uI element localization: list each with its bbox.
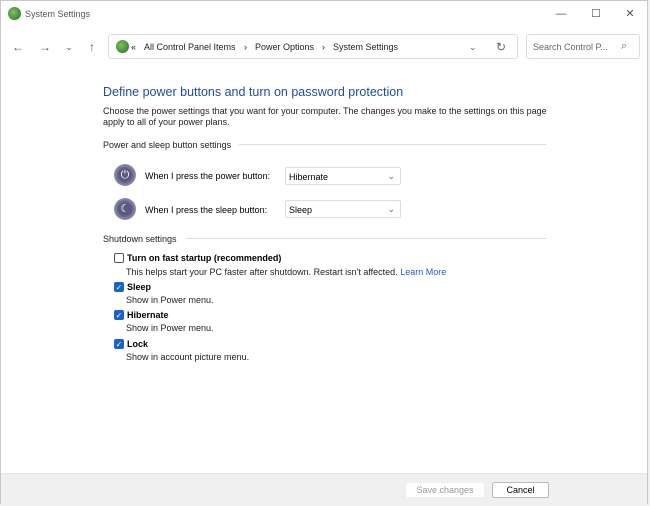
shutdown-section-title: Shutdown settings [103,234,177,244]
breadcrumb-power-options[interactable]: Power Options [255,42,314,52]
power-options-icon [8,7,21,20]
back-button[interactable]: ← [10,39,26,55]
minimize-button[interactable]: — [546,5,576,23]
power-button-icon: ⏻ [114,164,136,186]
sleep-button-label: When I press the sleep button: [145,205,268,215]
breadcrumb-all-items[interactable]: All Control Panel Items [144,42,236,52]
fast-startup-label[interactable]: Turn on fast startup (recommended) [127,253,281,263]
sleep-description: Show in Power menu. [126,295,214,305]
chevron-down-icon: ⌄ [387,204,395,214]
location-icon [116,40,129,53]
breadcrumb-separator[interactable]: › [244,42,247,52]
address-bar[interactable]: « All Control Panel Items › Power Option… [108,34,518,59]
chevron-down-icon: ⌄ [387,171,395,181]
search-input[interactable]: Search Control P... ⌕ [526,34,640,59]
window-title: System Settings [25,9,91,19]
search-placeholder: Search Control P... [533,42,608,52]
learn-more-link[interactable]: Learn More [400,267,446,277]
lock-description: Show in account picture menu. [126,352,250,362]
fast-startup-checkbox[interactable] [114,253,124,263]
cancel-button[interactable]: Cancel [492,482,549,498]
power-button-select[interactable]: Hibernate ⌄ [285,167,401,185]
breadcrumb-separator[interactable]: › [322,42,325,52]
close-button[interactable]: ✕ [615,5,645,23]
up-button[interactable]: ↑ [84,39,100,55]
divider [186,238,546,239]
hibernate-description: Show in Power menu. [126,323,214,333]
sleep-button-value: Sleep [289,205,313,215]
power-button-value: Hibernate [289,172,329,182]
search-icon[interactable]: ⌕ [621,40,627,53]
maximize-button[interactable]: ☐ [581,5,611,23]
hibernate-checkbox[interactable]: ✓ [114,310,124,320]
save-changes-button[interactable]: Save changes [405,482,485,498]
page-description: Choose the power settings that you want … [103,106,547,127]
sleep-button-select[interactable]: Sleep ⌄ [285,200,401,218]
power-button-label: When I press the power button: [145,171,271,181]
hibernate-label[interactable]: Hibernate [127,310,169,320]
sleep-button-icon: ☾ [114,198,136,220]
address-dropdown-icon[interactable]: ⌄ [469,42,477,53]
divider [239,144,546,145]
lock-label[interactable]: Lock [127,339,148,349]
sleep-label[interactable]: Sleep [127,282,151,292]
breadcrumb-system-settings[interactable]: System Settings [333,42,398,52]
forward-button[interactable]: → [37,39,53,55]
window: System Settings — ☐ ✕ ← → ⌄ ↑ « All Cont… [0,0,648,504]
power-section-title: Power and sleep button settings [103,140,232,150]
sleep-checkbox[interactable]: ✓ [114,282,124,292]
refresh-icon[interactable]: ↻ [496,40,506,54]
overflow-chevron[interactable]: « [131,42,136,52]
page-title: Define power buttons and turn on passwor… [103,85,404,99]
title-bar: System Settings — ☐ ✕ [1,1,647,27]
lock-checkbox[interactable]: ✓ [114,339,124,349]
footer: Save changes Cancel [1,473,647,504]
fast-startup-description: This helps start your PC faster after sh… [126,267,398,277]
recent-locations-button[interactable]: ⌄ [61,39,77,55]
